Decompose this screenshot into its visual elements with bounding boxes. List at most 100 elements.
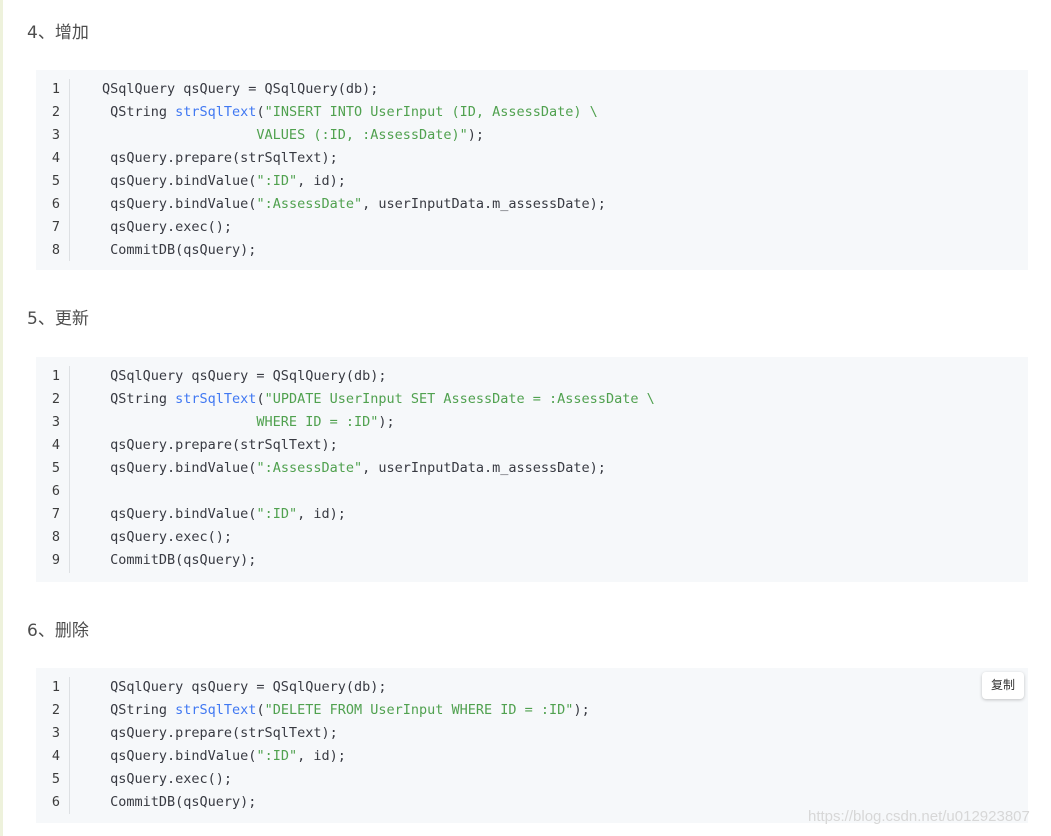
code-line: CommitDB(qsQuery); <box>102 549 256 572</box>
code-text: qsQuery.exec(); <box>102 771 233 787</box>
code-line: QSqlQuery qsQuery = QSqlQuery(db); <box>102 676 386 699</box>
gutter-divider <box>69 79 70 261</box>
section-heading-add: 4、增加 <box>27 23 89 43</box>
code-line: qsQuery.bindValue(":ID", id); <box>102 170 346 193</box>
line-number: 8 <box>51 529 60 545</box>
line-number: 1 <box>51 81 60 97</box>
code-text: , id); <box>297 173 346 189</box>
line-number: 4 <box>51 748 60 764</box>
code-identifier: strSqlText <box>175 702 257 718</box>
code-line: QString strSqlText("INSERT INTO UserInpu… <box>102 101 598 124</box>
line-number: 2 <box>51 702 60 718</box>
code-line: qsQuery.prepare(strSqlText); <box>102 434 338 457</box>
code-text: qsQuery.bindValue( <box>102 506 257 522</box>
code-line: qsQuery.bindValue(":ID", id); <box>102 745 346 768</box>
copy-button[interactable]: 复制 <box>982 672 1024 699</box>
code-string: WHERE ID = :ID" <box>102 414 379 430</box>
code-text: qsQuery.exec(); <box>102 529 233 545</box>
line-number: 3 <box>51 414 60 430</box>
line-number: 7 <box>51 506 60 522</box>
line-number: 4 <box>51 437 60 453</box>
code-identifier: strSqlText <box>175 391 257 407</box>
line-number: 6 <box>51 483 60 499</box>
code-line: qsQuery.prepare(strSqlText); <box>102 147 338 170</box>
code-block-update: 1 2 3 4 5 6 7 8 9 QSqlQuery qsQuery = QSqlQuery(… <box>36 357 1028 582</box>
code-line: QString strSqlText("DELETE FROM UserInpu… <box>102 699 590 722</box>
code-text: , id); <box>297 506 346 522</box>
line-number: 5 <box>51 460 60 476</box>
code-line: qsQuery.bindValue(":AssessDate", userInp… <box>102 193 606 216</box>
code-line: QSqlQuery qsQuery = QSqlQuery(db); <box>102 365 386 388</box>
line-number: 4 <box>51 150 60 166</box>
code-line: qsQuery.exec(); <box>102 216 232 239</box>
line-number: 9 <box>51 552 60 568</box>
gutter-divider <box>69 366 70 573</box>
code-text: qsQuery.prepare(strSqlText); <box>102 437 338 453</box>
code-text: qsQuery.prepare(strSqlText); <box>102 725 338 741</box>
page-left-rule <box>0 0 3 836</box>
code-string: "UPDATE UserInput SET AssessDate = :Asse… <box>264 391 655 407</box>
code-line: VALUES (:ID, :AssessDate)"); <box>102 124 484 147</box>
line-number: 5 <box>51 173 60 189</box>
code-string: "INSERT INTO UserInput (ID, AssessDate) … <box>264 104 598 120</box>
code-text: QSqlQuery qsQuery = QSqlQuery(db); <box>102 368 387 384</box>
code-text: ( <box>256 104 265 120</box>
code-block-delete: 复制 1 2 3 4 5 6 QSqlQuery qsQuery = QSqlQuery(… <box>36 668 1028 823</box>
code-text: ); <box>378 414 395 430</box>
code-line: WHERE ID = :ID"); <box>102 411 395 434</box>
line-number: 2 <box>51 391 60 407</box>
code-string: ":ID" <box>256 506 298 522</box>
code-string: VALUES (:ID, :AssessDate)" <box>102 127 468 143</box>
code-line: qsQuery.bindValue(":AssessDate", userInp… <box>102 457 606 480</box>
line-number: 8 <box>51 242 60 258</box>
line-number: 5 <box>51 771 60 787</box>
code-text: QString <box>102 391 176 407</box>
code-text: QSqlQuery qsQuery = QSqlQuery(db); <box>102 679 387 695</box>
code-text: CommitDB(qsQuery); <box>102 794 257 810</box>
code-line: qsQuery.exec(); <box>102 526 232 549</box>
code-text: qsQuery.exec(); <box>102 219 233 235</box>
code-line: QString strSqlText("UPDATE UserInput SET… <box>102 388 655 411</box>
code-line: qsQuery.prepare(strSqlText); <box>102 722 338 745</box>
code-text: CommitDB(qsQuery); <box>102 242 257 258</box>
code-text: QString <box>102 104 176 120</box>
code-string: ":AssessDate" <box>256 196 363 212</box>
gutter-divider <box>69 677 70 814</box>
code-text: ); <box>573 702 590 718</box>
code-text: qsQuery.bindValue( <box>102 173 257 189</box>
code-line: CommitDB(qsQuery); <box>102 791 256 814</box>
code-identifier: strSqlText <box>175 104 257 120</box>
code-text: QString <box>102 702 176 718</box>
code-text: QSqlQuery qsQuery = QSqlQuery(db); <box>102 81 379 97</box>
section-heading-delete: 6、删除 <box>27 621 89 641</box>
code-text: ); <box>467 127 485 143</box>
code-text: qsQuery.bindValue( <box>102 196 257 212</box>
code-line: QSqlQuery qsQuery = QSqlQuery(db); <box>102 78 378 101</box>
code-string: "DELETE FROM UserInput WHERE ID = :ID" <box>264 702 574 718</box>
code-string: ":ID" <box>256 173 298 189</box>
code-text: , userInputData.m_assessDate); <box>362 460 606 476</box>
code-line: qsQuery.bindValue(":ID", id); <box>102 503 346 526</box>
code-string: ":ID" <box>256 748 298 764</box>
code-line: CommitDB(qsQuery); <box>102 239 256 262</box>
code-text: CommitDB(qsQuery); <box>102 552 257 568</box>
code-block-add: 1 2 3 4 5 6 7 8 QSqlQuery qsQuery = QSqlQuery(db… <box>36 70 1028 270</box>
code-string: ":AssessDate" <box>256 460 363 476</box>
code-text: qsQuery.bindValue( <box>102 460 257 476</box>
line-number: 1 <box>51 679 60 695</box>
code-text: ( <box>256 702 265 718</box>
line-number: 6 <box>51 794 60 810</box>
line-number: 3 <box>51 725 60 741</box>
code-text: , userInputData.m_assessDate); <box>362 196 606 212</box>
line-number: 2 <box>51 104 60 120</box>
code-line: qsQuery.exec(); <box>102 768 232 791</box>
code-text: ( <box>256 391 265 407</box>
section-heading-update: 5、更新 <box>27 309 89 329</box>
line-number: 3 <box>51 127 60 143</box>
code-text: qsQuery.prepare(strSqlText); <box>102 150 338 166</box>
line-number: 1 <box>51 368 60 384</box>
watermark: https://blog.csdn.net/u012923807 <box>808 808 1030 825</box>
code-text: qsQuery.bindValue( <box>102 748 257 764</box>
code-text: , id); <box>297 748 346 764</box>
line-number: 6 <box>51 196 60 212</box>
